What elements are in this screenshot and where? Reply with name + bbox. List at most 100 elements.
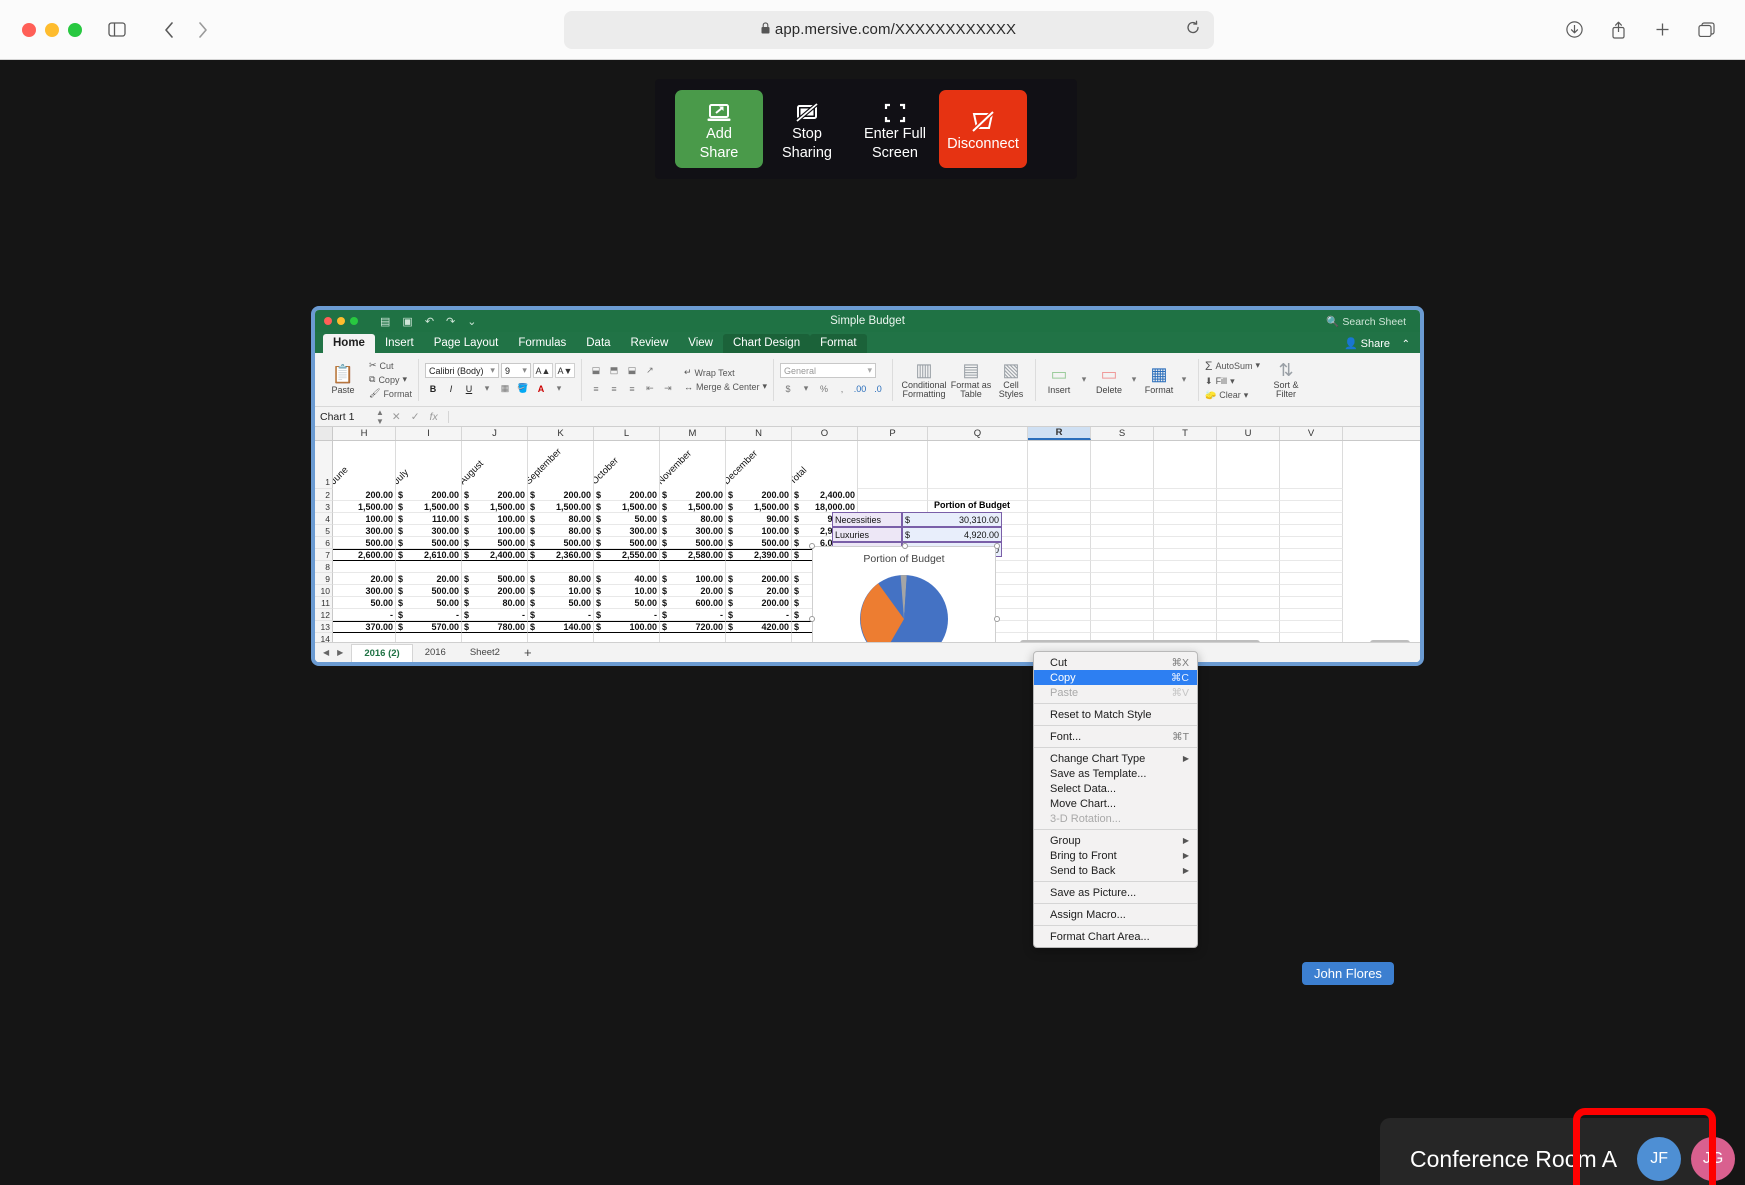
grid-cell[interactable] <box>594 561 660 573</box>
align-middle-icon[interactable]: ⬒ <box>606 363 622 378</box>
grid-cell[interactable] <box>1091 585 1154 597</box>
grid-cell[interactable]: $ - <box>660 609 726 621</box>
sheet-next-icon[interactable]: ▶ <box>337 648 343 657</box>
column-header-M[interactable]: M <box>660 427 726 440</box>
insert-cells-button[interactable]: ▭ Insert <box>1042 365 1076 395</box>
grid-cell[interactable] <box>1091 525 1154 537</box>
grid-cell[interactable] <box>1091 513 1154 525</box>
grid-cell[interactable]: $20.00 <box>660 585 726 597</box>
grid-cell[interactable]: 300.00 <box>333 525 396 537</box>
grid-cell[interactable] <box>1028 597 1091 609</box>
navigation-buttons[interactable] <box>152 15 220 45</box>
grid-cell[interactable] <box>1154 525 1217 537</box>
disconnect-button[interactable]: Disconnect <box>939 90 1027 168</box>
grid-cell[interactable] <box>1280 489 1343 501</box>
grid-cell[interactable]: $500.00 <box>396 537 462 549</box>
add-sheet-button[interactable]: + <box>512 642 544 662</box>
window-controls[interactable] <box>22 22 82 37</box>
grid-cell[interactable]: $600.00 <box>660 597 726 609</box>
copy-button[interactable]: ⧉ Copy ▾ <box>369 374 412 385</box>
increase-indent-icon[interactable]: ⇥ <box>660 381 676 396</box>
grid-cell[interactable] <box>1154 501 1217 513</box>
portion-value-luxuries[interactable]: $4,920.00 <box>902 527 1002 542</box>
reload-icon[interactable] <box>1186 20 1200 39</box>
grid-cell[interactable] <box>1280 585 1343 597</box>
grid-cell[interactable]: $1,500.00 <box>660 501 726 513</box>
grid-cell[interactable]: $140.00 <box>528 621 594 633</box>
grid-cell[interactable]: $500.00 <box>660 537 726 549</box>
address-bar[interactable]: app.mersive.com/XXXXXXXXXXXX <box>563 10 1214 49</box>
grid-cell[interactable]: $110.00 <box>396 513 462 525</box>
name-box[interactable]: Chart 1 <box>315 411 373 423</box>
row-header[interactable]: 9 <box>315 573 333 585</box>
grid-cell[interactable] <box>1091 573 1154 585</box>
portion-label-necessities[interactable]: Necessities <box>832 512 902 527</box>
grid-cell[interactable]: $50.00 <box>594 597 660 609</box>
row-header[interactable]: 3 <box>315 501 333 513</box>
grid-cell[interactable]: $1,500.00 <box>528 501 594 513</box>
grid-cell[interactable] <box>1028 549 1091 561</box>
grid-cell[interactable] <box>1217 561 1280 573</box>
avatar-jf[interactable]: JF <box>1637 1137 1682 1181</box>
grid-cell[interactable]: $500.00 <box>726 537 792 549</box>
grid-cell[interactable]: $300.00 <box>396 525 462 537</box>
font-name-caret-icon[interactable]: ▾ <box>490 365 495 376</box>
back-arrow-icon[interactable] <box>152 15 186 45</box>
grid-cell[interactable]: $200.00 <box>726 489 792 501</box>
grid-cell[interactable]: $100.00 <box>660 573 726 585</box>
grid-cell[interactable] <box>1028 537 1091 549</box>
grid-cell[interactable] <box>1280 597 1343 609</box>
column-header-J[interactable]: J <box>462 427 528 440</box>
grid-cell[interactable] <box>1217 573 1280 585</box>
grid-cell[interactable] <box>1154 489 1217 501</box>
menu-item-select-data[interactable]: Select Data... <box>1034 781 1197 796</box>
menu-item-move-chart[interactable]: Move Chart... <box>1034 796 1197 811</box>
grid-cell[interactable]: $50.00 <box>396 597 462 609</box>
fill-caret-icon[interactable]: ▾ <box>1230 376 1235 387</box>
participant-avatars[interactable]: JF JG <box>1637 1137 1736 1181</box>
grid-cell[interactable]: 300.00 <box>333 585 396 597</box>
row-header[interactable]: 6 <box>315 537 333 549</box>
grid-cell[interactable] <box>1028 489 1091 501</box>
menu-item-cut[interactable]: Cut ⌘X <box>1034 655 1197 670</box>
fill-color-icon[interactable]: 🪣 <box>515 381 531 396</box>
grid-cell[interactable] <box>1028 513 1091 525</box>
grid-cell[interactable] <box>1028 501 1091 513</box>
select-all-corner[interactable] <box>315 427 333 440</box>
grid-cell[interactable] <box>1091 597 1154 609</box>
ribbon-tab-format[interactable]: Format <box>810 334 867 353</box>
row-header[interactable]: 2 <box>315 489 333 501</box>
excel-search-box[interactable]: 🔍 Search Sheet <box>1326 315 1406 328</box>
insert-caret-icon[interactable]: ▾ <box>1076 372 1092 387</box>
wrap-text-button[interactable]: ↵ Wrap Text <box>684 367 767 378</box>
grid-cell[interactable] <box>1091 621 1154 633</box>
grid-cell[interactable]: $200.00 <box>660 489 726 501</box>
menu-item-format-chart-area[interactable]: Format Chart Area... <box>1034 929 1197 944</box>
grid-cell[interactable]: $200.00 <box>594 489 660 501</box>
align-bottom-icon[interactable]: ⬓ <box>624 363 640 378</box>
grid-cell[interactable]: $ - <box>396 609 462 621</box>
cut-button[interactable]: ✂ Cut <box>369 360 412 371</box>
insert-function-icon[interactable]: fx <box>430 411 438 423</box>
grid-cell[interactable]: $80.00 <box>528 525 594 537</box>
font-color-icon[interactable]: A <box>533 381 549 396</box>
grid-cell[interactable] <box>1280 621 1343 633</box>
grid-cell[interactable] <box>1217 537 1280 549</box>
share-icon[interactable] <box>1601 15 1635 45</box>
grid-cell[interactable]: $20.00 <box>396 573 462 585</box>
sheet-nav-arrows[interactable]: ◀ ▶ <box>323 648 343 657</box>
grid-cell[interactable]: $50.00 <box>528 597 594 609</box>
grid-cell[interactable] <box>1217 513 1280 525</box>
grid-cell[interactable]: 1,500.00 <box>333 501 396 513</box>
download-icon[interactable] <box>1557 15 1591 45</box>
grid-cell[interactable] <box>1091 609 1154 621</box>
ribbon-tab-home[interactable]: Home <box>323 334 375 353</box>
grid-cell[interactable] <box>1154 585 1217 597</box>
grid-cell[interactable]: $2,550.00 <box>594 549 660 561</box>
sheet-tab-2016-2[interactable]: 2016 (2) <box>351 643 413 662</box>
grid-cell[interactable]: $500.00 <box>462 573 528 585</box>
chart-resize-handle-e[interactable] <box>994 616 1000 622</box>
align-top-icon[interactable]: ⬓ <box>588 363 604 378</box>
grid-cell[interactable]: 370.00 <box>333 621 396 633</box>
ribbon-tab-formulas[interactable]: Formulas <box>508 334 576 353</box>
